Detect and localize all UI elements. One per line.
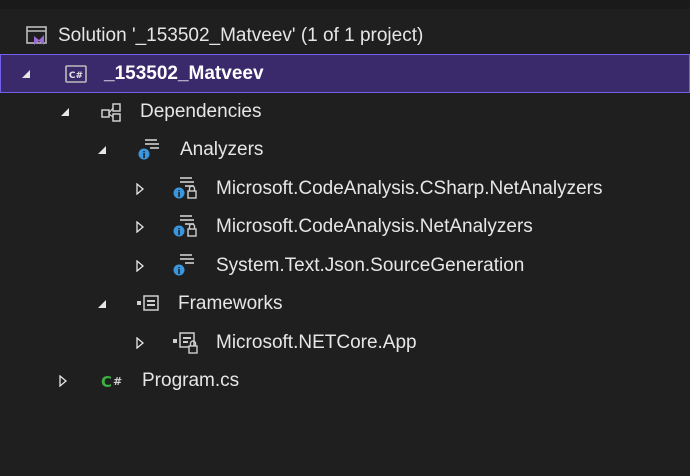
tree-row-dependencies[interactable]: Dependencies: [0, 92, 690, 131]
solution-explorer-tree: Solution '_153502_Matveev' (1 of 1 proje…: [0, 0, 690, 476]
framework-icon: [136, 292, 160, 316]
framework-item-label: Microsoft.NETCore.App: [216, 331, 417, 353]
analyzers-label: Analyzers: [180, 138, 264, 160]
csharp-project-icon: C#: [64, 62, 88, 86]
collapsed-chevron-icon[interactable]: [56, 374, 70, 388]
dependencies-label: Dependencies: [140, 100, 262, 122]
analyzer-icon: i: [172, 252, 196, 277]
expanded-chevron-icon[interactable]: [19, 67, 33, 81]
expanded-chevron-icon[interactable]: [95, 297, 109, 311]
tree-row-program-file[interactable]: C # Program.cs: [0, 361, 690, 400]
tree-row-project[interactable]: C# _153502_Matveev: [0, 54, 690, 93]
framework-ref-icon: [172, 329, 198, 354]
analyzer-dll-icon: i: [172, 213, 197, 238]
dependencies-icon: [100, 100, 124, 124]
svg-text:#: #: [113, 375, 122, 388]
collapsed-chevron-icon[interactable]: [133, 220, 147, 234]
analyzer-item-label: Microsoft.CodeAnalysis.NetAnalyzers: [216, 215, 533, 237]
tree-row-framework-item[interactable]: Microsoft.NETCore.App: [0, 323, 690, 362]
analyzer-item-label: Microsoft.CodeAnalysis.CSharp.NetAnalyze…: [216, 177, 603, 199]
csharp-file-icon: C #: [100, 369, 124, 393]
solution-icon: [25, 24, 49, 48]
svg-text:i: i: [177, 267, 180, 277]
tree-row-analyzer-item[interactable]: i Microsoft.CodeAnalysis.NetAnalyzers: [0, 207, 690, 246]
program-file-label: Program.cs: [142, 369, 240, 391]
expanded-chevron-icon[interactable]: [58, 105, 72, 119]
tree-row-analyzers[interactable]: i Analyzers: [0, 130, 690, 169]
project-label: _153502_Matveev: [104, 62, 264, 84]
tree-row-analyzer-item[interactable]: i Microsoft.CodeAnalysis.CSharp.NetAnaly…: [0, 169, 690, 208]
collapsed-chevron-icon[interactable]: [133, 259, 147, 273]
svg-text:i: i: [177, 190, 180, 200]
tree-row-solution[interactable]: Solution '_153502_Matveev' (1 of 1 proje…: [0, 16, 690, 55]
analyzer-icon: i: [137, 136, 161, 161]
collapsed-chevron-icon[interactable]: [133, 336, 147, 350]
svg-text:C: C: [101, 373, 112, 391]
collapsed-chevron-icon[interactable]: [133, 182, 147, 196]
tree-row-analyzer-item[interactable]: i System.Text.Json.SourceGeneration: [0, 246, 690, 285]
panel-top-edge: [0, 0, 690, 9]
solution-label: Solution '_153502_Matveev' (1 of 1 proje…: [58, 24, 424, 46]
svg-text:i: i: [142, 151, 145, 161]
analyzer-item-label: System.Text.Json.SourceGeneration: [216, 254, 525, 276]
tree-row-frameworks[interactable]: Frameworks: [0, 284, 690, 323]
expanded-chevron-icon[interactable]: [95, 143, 109, 157]
analyzer-dll-icon: i: [172, 175, 197, 200]
svg-text:i: i: [177, 228, 180, 238]
frameworks-label: Frameworks: [178, 292, 283, 314]
svg-text:C#: C#: [69, 71, 83, 81]
